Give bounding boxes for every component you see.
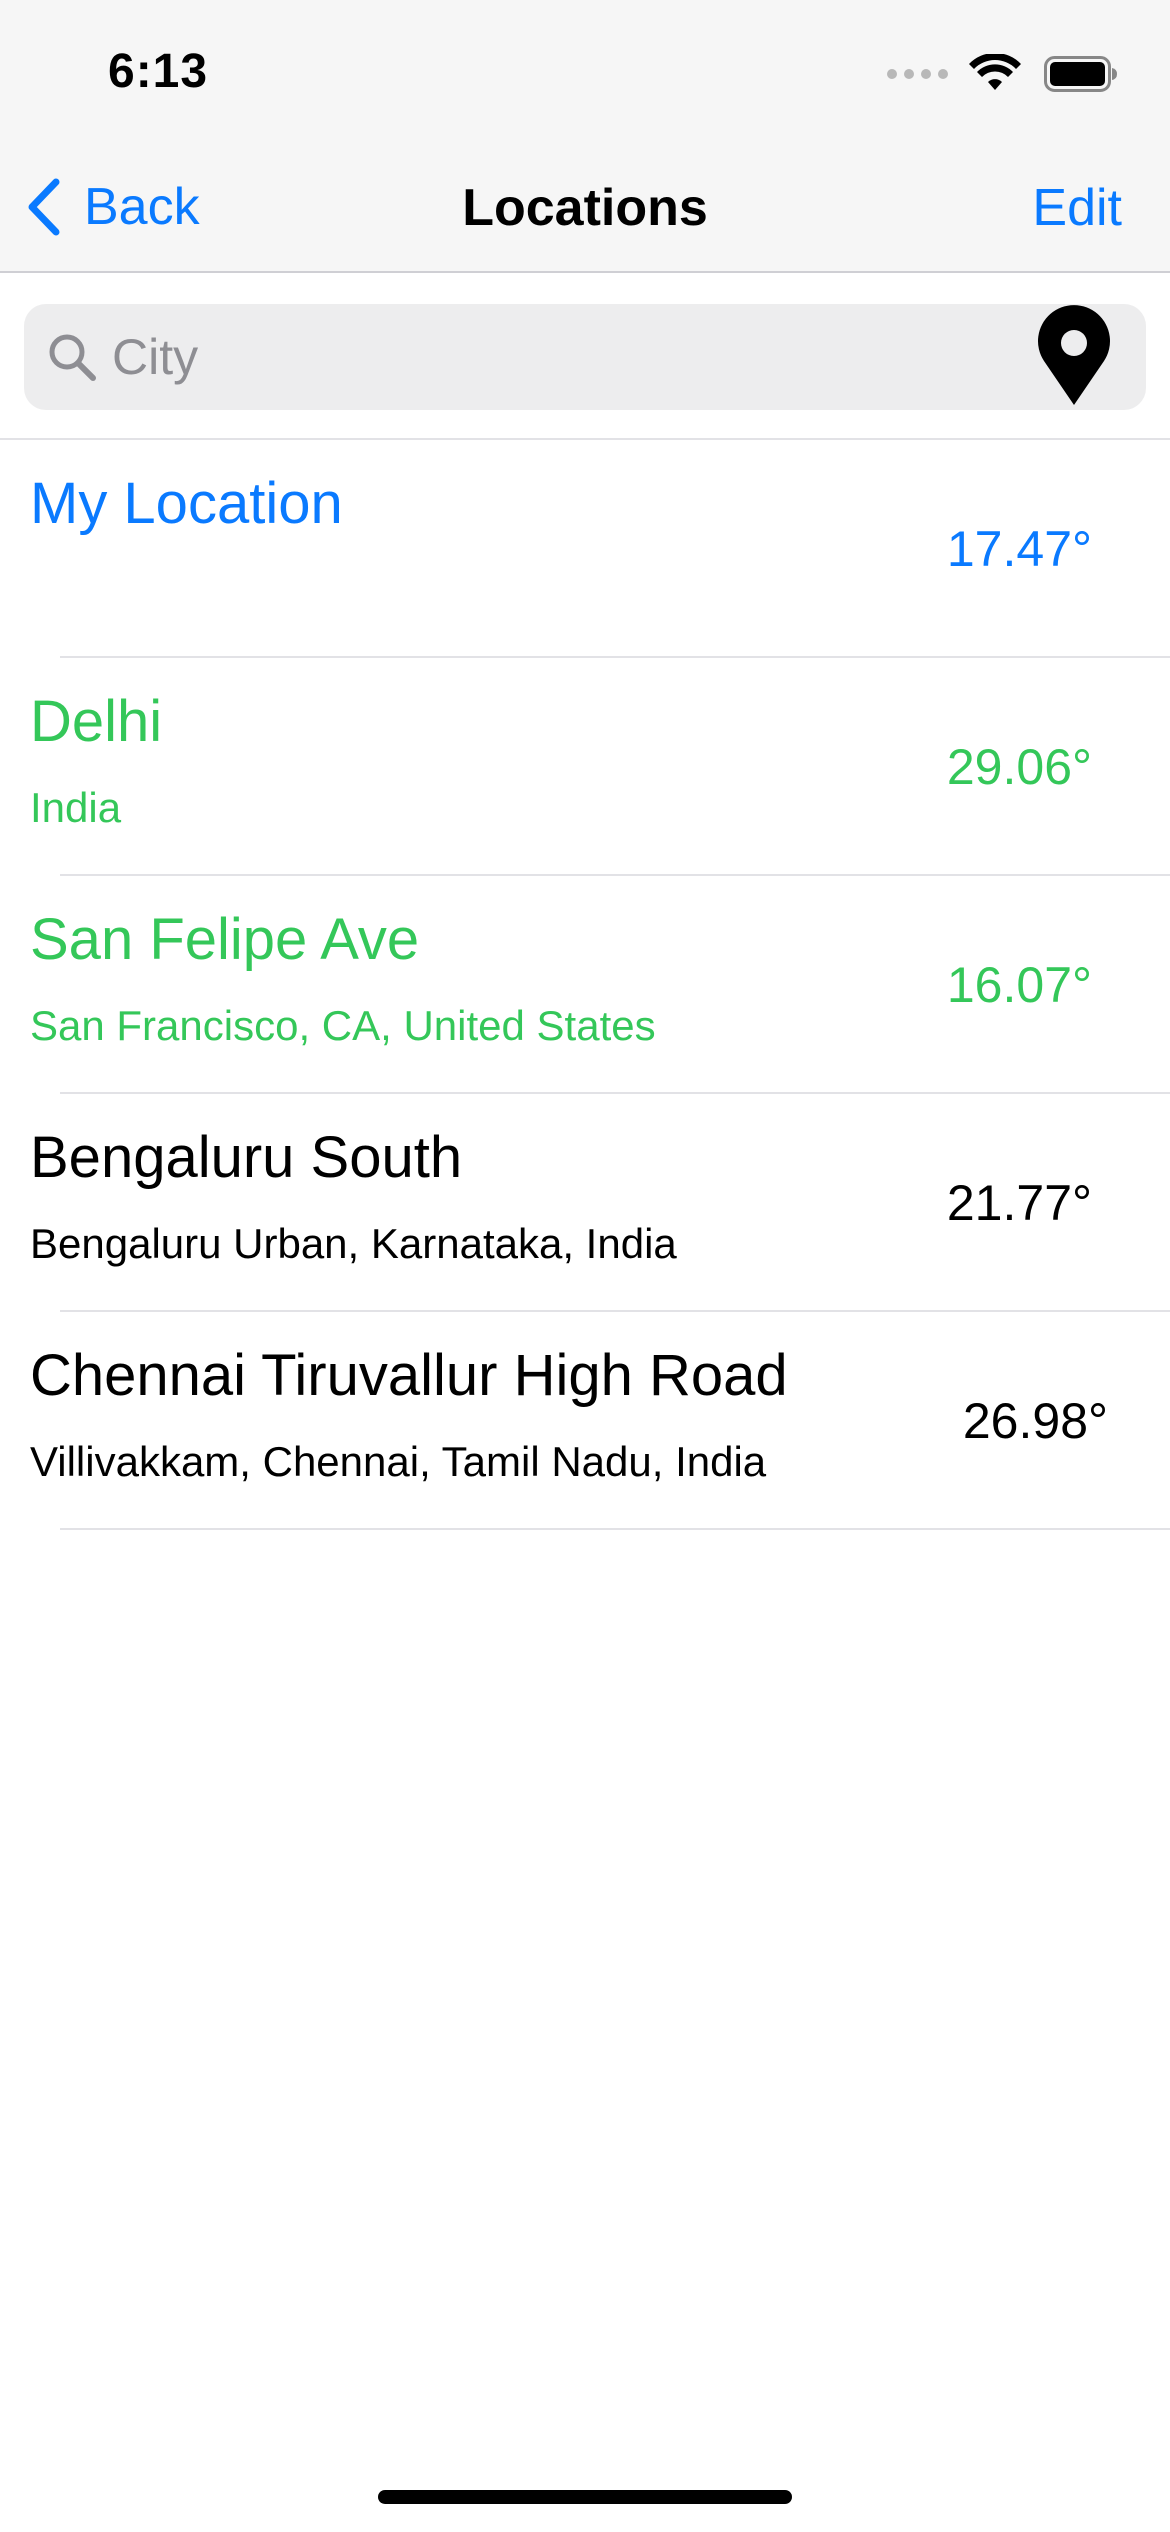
location-row[interactable]: Delhi India 29.06° <box>0 658 1170 876</box>
wifi-icon <box>969 54 1021 90</box>
location-title: Chennai Tiruvallur High Road <box>30 1343 788 1408</box>
location-row[interactable]: Chennai Tiruvallur High Road Villivakkam,… <box>0 1312 1170 1530</box>
location-temperature: 26.98° <box>962 1393 1108 1449</box>
location-row[interactable]: Bengaluru South Bengaluru Urban, Karnatak… <box>0 1094 1170 1312</box>
status-time: 6:13 <box>108 45 209 98</box>
navigation-header: 6:13 Back Locations Edit <box>0 0 1170 273</box>
location-pin-icon[interactable] <box>1034 305 1114 409</box>
location-temperature: 21.77° <box>946 1175 1092 1231</box>
location-temperature: 29.06° <box>946 739 1092 795</box>
search-input[interactable] <box>110 316 1034 398</box>
location-temperature: 17.47° <box>946 521 1092 577</box>
location-row[interactable]: San Felipe Ave San Francisco, CA, United … <box>0 876 1170 1094</box>
edit-button[interactable]: Edit <box>1032 178 1122 238</box>
location-row[interactable]: My Location 17.47° <box>0 440 1170 658</box>
location-title: Bengaluru South <box>30 1125 463 1190</box>
page-title: Locations <box>462 179 708 237</box>
cellular-signal-icon <box>887 69 948 79</box>
status-indicators <box>887 52 1118 96</box>
location-title: San Felipe Ave <box>30 907 420 972</box>
location-temperature: 16.07° <box>946 957 1092 1013</box>
battery-icon <box>1044 56 1117 92</box>
location-title: Delhi <box>30 689 163 754</box>
location-subtitle: Bengaluru Urban, Karnataka, India <box>30 1220 677 1267</box>
locations-list: My Location 17.47° Delhi India 29.06° San Fel… <box>0 440 1170 1530</box>
location-title: My Location <box>30 471 343 536</box>
search-bar <box>24 304 1146 410</box>
location-subtitle: San Francisco, CA, United States <box>30 1002 656 1049</box>
locations-screen: 6:13 Back Locations Edit City My Locatio… <box>0 0 1170 2532</box>
home-indicator <box>378 2490 792 2504</box>
location-subtitle: India <box>30 784 122 831</box>
search-icon <box>49 334 96 381</box>
location-subtitle: Villivakkam, Chennai, Tamil Nadu, India <box>30 1438 767 1485</box>
